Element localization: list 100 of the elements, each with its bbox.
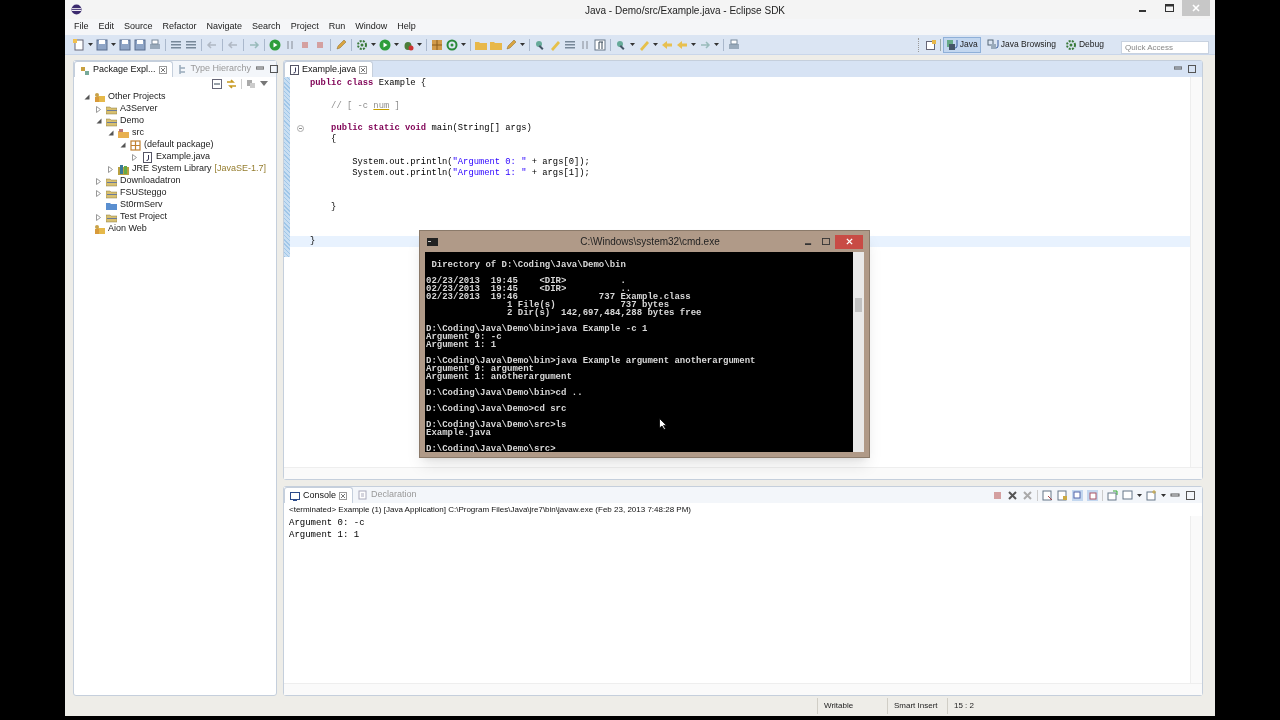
tree-item[interactable]: Downloadatron [120,174,181,188]
vertical-scrollbar[interactable] [1190,516,1202,683]
tree-item[interactable]: Test Project [120,210,168,224]
code-line: System.out.println("Argument 0: " + args[0]); [351,157,590,168]
package-icon[interactable] [431,38,443,51]
marker-icon[interactable] [638,38,650,51]
remove-launch-icon[interactable] [1007,489,1018,501]
collapsed-arrow-icon[interactable] [108,165,113,173]
code-line: { [330,134,337,146]
terminal-line: Argument 1: anotherargument [426,372,572,382]
menu-item[interactable]: Refactor [162,20,197,34]
print-icon[interactable] [149,38,161,51]
terminal-line: 2 Dir(s) 142,697,484,288 bytes free [506,308,702,318]
print-icon[interactable] [728,38,740,51]
menu-item[interactable]: File [74,20,89,34]
collapsed-arrow-icon[interactable] [132,153,137,161]
tab[interactable]: Package Expl... [74,61,173,77]
terminal-line: Directory of D:\Coding\Java\Demo\bin [430,260,626,270]
tree-item[interactable]: src [132,126,144,140]
tab[interactable]: Console [284,487,354,503]
project-folder-icon [106,187,117,199]
close-button[interactable] [835,234,863,249]
java-perspective-icon [986,38,999,51]
java-file-icon [290,64,299,75]
maximize-view-icon[interactable] [1185,489,1196,501]
terminal-line: Argument 0: -c [426,332,502,342]
menu-item[interactable]: Navigate [206,20,243,34]
console-line: Argument 0: -c [289,517,366,529]
collapse-fold-icon[interactable] [296,125,304,133]
close-icon[interactable] [158,65,167,74]
collapsed-arrow-icon[interactable] [96,177,101,185]
scroll-lock-icon[interactable] [1057,489,1068,501]
save-icon[interactable] [134,38,146,51]
collapse-all-icon[interactable] [212,79,222,89]
list-icon[interactable] [185,38,197,51]
tree-item[interactable]: St0rmServ [120,198,163,212]
link-editor-icon[interactable] [226,79,237,89]
close-icon[interactable] [359,65,368,74]
menu-item[interactable]: Run [328,20,346,34]
open-perspective-icon[interactable] [925,39,936,50]
menu-item[interactable]: Window [355,20,388,34]
perspective-button[interactable]: Java [942,36,981,53]
status-text: Writable [824,700,854,712]
save-icon[interactable] [119,38,131,51]
tree-item[interactable]: Example.java [156,150,211,164]
list-icon[interactable] [170,38,182,51]
quick-access-field[interactable]: Quick Access [1121,40,1209,54]
vertical-scrollbar[interactable] [853,252,864,452]
play-icon[interactable] [269,38,281,51]
clear-console-icon[interactable] [1042,489,1053,501]
menu-item[interactable]: Project [290,20,319,34]
collapsed-arrow-icon[interactable] [96,105,101,113]
tree-item[interactable]: A3Server [120,102,158,116]
perspective-button[interactable]: Debug [1061,36,1107,53]
menu-item[interactable]: Source [124,20,153,34]
tree-item[interactable]: FSUSteggo [120,186,167,200]
filter-icon[interactable] [246,79,256,89]
marker-icon[interactable] [549,38,561,51]
save-icon[interactable] [96,38,108,51]
java-perspective-icon [945,38,958,51]
tree-item[interactable]: (default package) [144,138,214,152]
expanded-arrow-icon[interactable] [96,118,102,124]
maximize-view-icon[interactable] [1188,65,1196,73]
pilcrow-icon[interactable] [594,38,606,51]
horizontal-scrollbar[interactable] [284,467,1202,479]
menu-item[interactable]: Edit [98,20,115,34]
minimize-view-icon[interactable] [256,65,265,73]
expanded-arrow-icon[interactable] [120,142,126,148]
source-folder-icon [118,127,129,139]
list-icon[interactable] [564,38,576,51]
collapsed-arrow-icon[interactable] [96,189,101,197]
close-icon[interactable] [339,491,348,500]
console-header: <terminated> Example (1) [Java Application] C:\Program Files\Java\jre7\bin\javaw.exe (Feb 23, 2013 7:48:28 PM) [288,504,692,516]
terminal-line: D:\Coding\Java\Demo\bin>cd .. [426,388,583,398]
terminal-icon [427,237,438,246]
gear-icon[interactable] [356,38,368,51]
terminal-line: D:\Coding\Java\Demo\bin>java Example -c 1 [426,324,648,334]
terminal-line: 1 File(s) 737 bytes [506,300,670,310]
tree-item[interactable]: Other Projects [108,90,166,104]
pencil-icon[interactable] [335,38,347,51]
menu-item[interactable]: Search [252,20,281,34]
status-text: 15 : 2 [954,700,974,712]
collapsed-arrow-icon[interactable] [96,213,101,221]
tree-item[interactable]: Demo [120,114,144,128]
monitor-icon [290,490,300,501]
terminal-line: D:\Coding\Java\Demo\src>ls [426,420,567,430]
expanded-arrow-icon[interactable] [108,130,114,136]
tab[interactable]: Example.java [284,61,374,77]
tree-item[interactable]: Aion Web [108,222,147,236]
perspective-button[interactable]: Java Browsing [983,36,1059,53]
open-console-icon[interactable] [1107,489,1118,501]
expanded-arrow-icon[interactable] [84,94,90,100]
minimize-view-icon[interactable] [1174,65,1182,73]
maximize-view-icon[interactable] [270,65,279,73]
vertical-scrollbar[interactable] [1190,77,1202,467]
view-menu-icon[interactable] [260,81,268,87]
horizontal-scrollbar[interactable] [284,683,1202,695]
code-line: System.out.println("Argument 1: " + args[1]); [351,168,590,180]
tree-item[interactable]: JRE System Library [132,162,212,176]
menu-item[interactable]: Help [397,20,416,34]
